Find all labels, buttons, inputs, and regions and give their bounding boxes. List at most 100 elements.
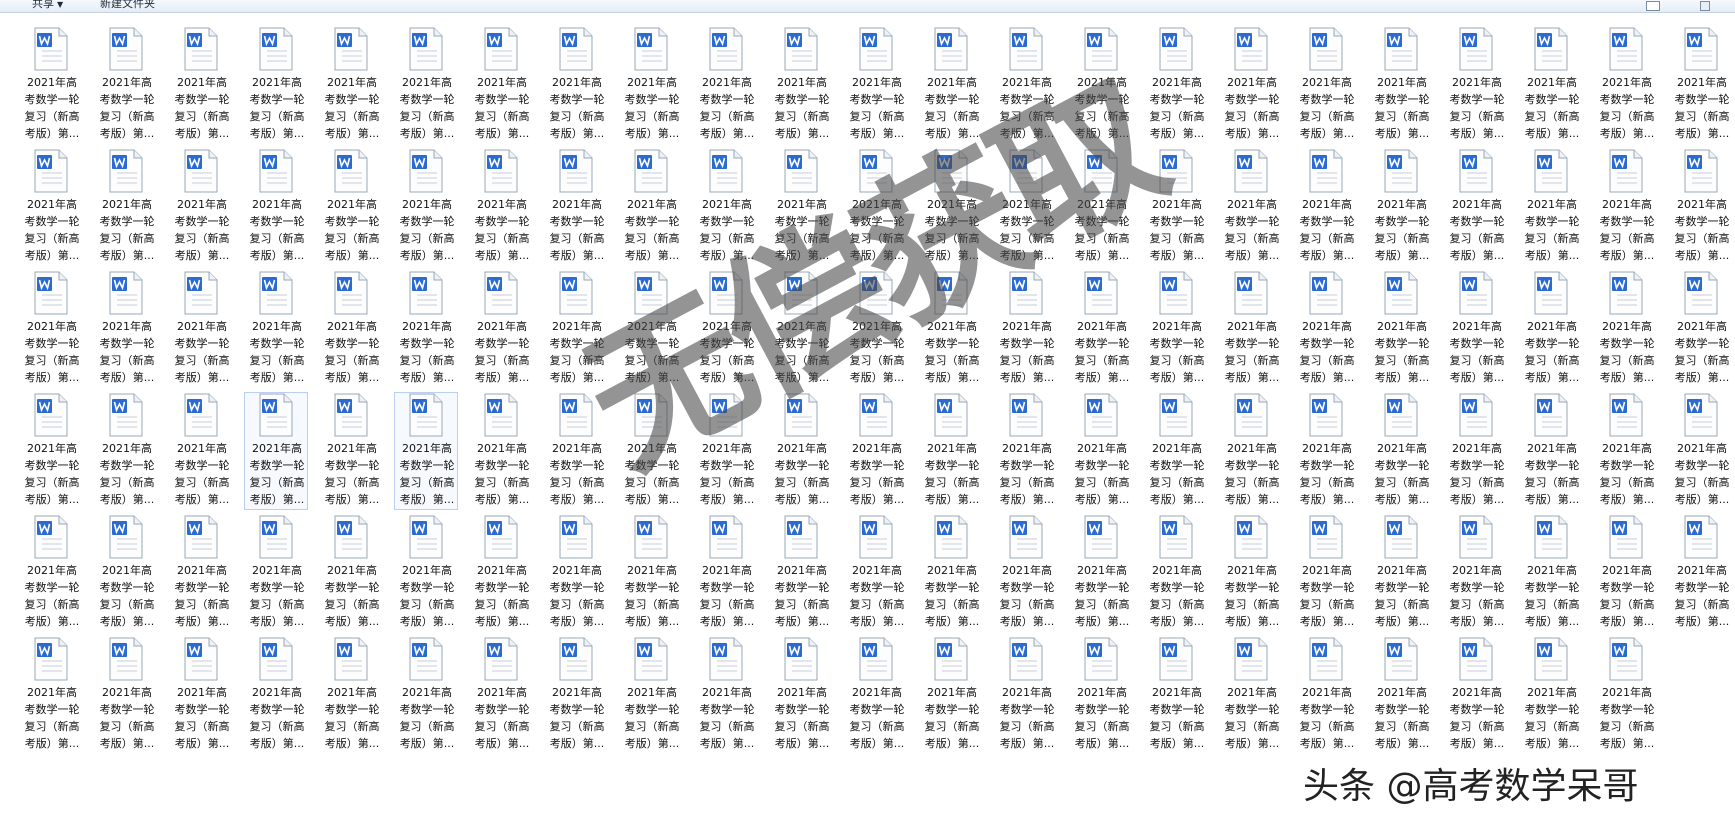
file-item[interactable]: 2021年高 考数学一轮 复习（新高 考版）第... (844, 270, 908, 388)
file-item[interactable]: 2021年高 考数学一轮 复习（新高 考版）第... (169, 636, 233, 754)
file-item[interactable]: 2021年高 考数学一轮 复习（新高 考版）第... (469, 636, 533, 754)
file-item[interactable]: 2021年高 考数学一轮 复习（新高 考版）第... (244, 636, 308, 754)
file-item[interactable]: 2021年高 考数学一轮 复习（新高 考版）第... (19, 148, 83, 266)
file-item[interactable]: 2021年高 考数学一轮 复习（新高 考版）第... (769, 392, 833, 510)
view-options-icon[interactable] (1646, 1, 1660, 11)
file-item[interactable]: 2021年高 考数学一轮 复习（新高 考版）第... (694, 514, 758, 632)
file-item[interactable]: 2021年高 考数学一轮 复习（新高 考版）第... (1594, 148, 1658, 266)
file-item[interactable]: 2021年高 考数学一轮 复习（新高 考版）第... (919, 270, 983, 388)
file-item[interactable]: 2021年高 考数学一轮 复习（新高 考版）第... (694, 270, 758, 388)
file-item[interactable]: 2021年高 考数学一轮 复习（新高 考版）第... (469, 270, 533, 388)
file-item[interactable]: 2021年高 考数学一轮 复习（新高 考版）第... (994, 270, 1058, 388)
file-item[interactable]: 2021年高 考数学一轮 复习（新高 考版）第... (394, 514, 458, 632)
file-item[interactable]: 2021年高 考数学一轮 复习（新高 考版）第... (919, 148, 983, 266)
file-item[interactable]: 2021年高 考数学一轮 复习（新高 考版）第... (619, 148, 683, 266)
file-item[interactable]: 2021年高 考数学一轮 复习（新高 考版）第... (94, 26, 158, 144)
file-item[interactable]: 2021年高 考数学一轮 复习（新高 考版）第... (844, 26, 908, 144)
file-item[interactable]: 2021年高 考数学一轮 复习（新高 考版）第... (1144, 636, 1208, 754)
file-item[interactable]: 2021年高 考数学一轮 复习（新高 考版）第... (1669, 26, 1733, 144)
file-item[interactable]: 2021年高 考数学一轮 复习（新高 考版）第... (1594, 392, 1658, 510)
file-item[interactable]: 2021年高 考数学一轮 复习（新高 考版）第... (1594, 514, 1658, 632)
file-item[interactable]: 2021年高 考数学一轮 复习（新高 考版）第... (244, 26, 308, 144)
file-item[interactable]: 2021年高 考数学一轮 复习（新高 考版）第... (1219, 148, 1283, 266)
file-item[interactable]: 2021年高 考数学一轮 复习（新高 考版）第... (694, 636, 758, 754)
file-item[interactable]: 2021年高 考数学一轮 复习（新高 考版）第... (94, 514, 158, 632)
file-item[interactable]: 2021年高 考数学一轮 复习（新高 考版）第... (1519, 148, 1583, 266)
file-item[interactable]: 2021年高 考数学一轮 复习（新高 考版）第... (1219, 26, 1283, 144)
file-item[interactable]: 2021年高 考数学一轮 复习（新高 考版）第... (169, 514, 233, 632)
file-item[interactable]: 2021年高 考数学一轮 复习（新高 考版）第... (319, 392, 383, 510)
file-item[interactable]: 2021年高 考数学一轮 复习（新高 考版）第... (169, 148, 233, 266)
file-item[interactable]: 2021年高 考数学一轮 复习（新高 考版）第... (1444, 26, 1508, 144)
file-item[interactable]: 2021年高 考数学一轮 复习（新高 考版）第... (1069, 392, 1133, 510)
file-item[interactable]: 2021年高 考数学一轮 复习（新高 考版）第... (619, 636, 683, 754)
file-item[interactable]: 2021年高 考数学一轮 复习（新高 考版）第... (769, 514, 833, 632)
file-item[interactable]: 2021年高 考数学一轮 复习（新高 考版）第... (469, 514, 533, 632)
file-item[interactable]: 2021年高 考数学一轮 复习（新高 考版）第... (1219, 636, 1283, 754)
file-item[interactable]: 2021年高 考数学一轮 复习（新高 考版）第... (1069, 270, 1133, 388)
file-item[interactable]: 2021年高 考数学一轮 复习（新高 考版）第... (244, 392, 308, 510)
file-item[interactable]: 2021年高 考数学一轮 复习（新高 考版）第... (919, 636, 983, 754)
file-item[interactable]: 2021年高 考数学一轮 复习（新高 考版）第... (1519, 392, 1583, 510)
file-item[interactable]: 2021年高 考数学一轮 复习（新高 考版）第... (94, 636, 158, 754)
file-item[interactable]: 2021年高 考数学一轮 复习（新高 考版）第... (319, 514, 383, 632)
file-item[interactable]: 2021年高 考数学一轮 复习（新高 考版）第... (469, 392, 533, 510)
file-item[interactable]: 2021年高 考数学一轮 复习（新高 考版）第... (19, 270, 83, 388)
file-item[interactable]: 2021年高 考数学一轮 复习（新高 考版）第... (694, 26, 758, 144)
file-item[interactable]: 2021年高 考数学一轮 复习（新高 考版）第... (244, 148, 308, 266)
file-item[interactable]: 2021年高 考数学一轮 复习（新高 考版）第... (1294, 392, 1358, 510)
file-item[interactable]: 2021年高 考数学一轮 复习（新高 考版）第... (619, 26, 683, 144)
file-item[interactable]: 2021年高 考数学一轮 复习（新高 考版）第... (1669, 148, 1733, 266)
file-item[interactable]: 2021年高 考数学一轮 复习（新高 考版）第... (19, 636, 83, 754)
file-item[interactable]: 2021年高 考数学一轮 复习（新高 考版）第... (769, 26, 833, 144)
file-item[interactable]: 2021年高 考数学一轮 复习（新高 考版）第... (1369, 392, 1433, 510)
file-item[interactable]: 2021年高 考数学一轮 复习（新高 考版）第... (1369, 26, 1433, 144)
file-item[interactable]: 2021年高 考数学一轮 复习（新高 考版）第... (694, 148, 758, 266)
file-item[interactable]: 2021年高 考数学一轮 复习（新高 考版）第... (169, 392, 233, 510)
file-item[interactable]: 2021年高 考数学一轮 复习（新高 考版）第... (1294, 636, 1358, 754)
file-item[interactable]: 2021年高 考数学一轮 复习（新高 考版）第... (94, 148, 158, 266)
file-item[interactable]: 2021年高 考数学一轮 复习（新高 考版）第... (1519, 26, 1583, 144)
file-item[interactable]: 2021年高 考数学一轮 复习（新高 考版）第... (1369, 148, 1433, 266)
file-item[interactable]: 2021年高 考数学一轮 复习（新高 考版）第... (394, 148, 458, 266)
file-item[interactable]: 2021年高 考数学一轮 复习（新高 考版）第... (1519, 270, 1583, 388)
file-item[interactable]: 2021年高 考数学一轮 复习（新高 考版）第... (1294, 514, 1358, 632)
file-item[interactable]: 2021年高 考数学一轮 复习（新高 考版）第... (1294, 26, 1358, 144)
file-item[interactable]: 2021年高 考数学一轮 复习（新高 考版）第... (544, 514, 608, 632)
share-button[interactable]: 共享 ▼ (32, 0, 63, 11)
file-item[interactable]: 2021年高 考数学一轮 复习（新高 考版）第... (1219, 392, 1283, 510)
file-item[interactable]: 2021年高 考数学一轮 复习（新高 考版）第... (1444, 636, 1508, 754)
file-item[interactable]: 2021年高 考数学一轮 复习（新高 考版）第... (994, 148, 1058, 266)
file-item[interactable]: 2021年高 考数学一轮 复习（新高 考版）第... (994, 26, 1058, 144)
file-item[interactable]: 2021年高 考数学一轮 复习（新高 考版）第... (1444, 392, 1508, 510)
file-item[interactable]: 2021年高 考数学一轮 复习（新高 考版）第... (94, 392, 158, 510)
file-item[interactable]: 2021年高 考数学一轮 复习（新高 考版）第... (1594, 26, 1658, 144)
file-item[interactable]: 2021年高 考数学一轮 复习（新高 考版）第... (1369, 514, 1433, 632)
file-item[interactable]: 2021年高 考数学一轮 复习（新高 考版）第... (394, 392, 458, 510)
file-item[interactable]: 2021年高 考数学一轮 复习（新高 考版）第... (994, 514, 1058, 632)
file-item[interactable]: 2021年高 考数学一轮 复习（新高 考版）第... (319, 26, 383, 144)
file-item[interactable]: 2021年高 考数学一轮 复习（新高 考版）第... (469, 148, 533, 266)
file-item[interactable]: 2021年高 考数学一轮 复习（新高 考版）第... (1069, 26, 1133, 144)
file-item[interactable]: 2021年高 考数学一轮 复习（新高 考版）第... (1069, 148, 1133, 266)
file-item[interactable]: 2021年高 考数学一轮 复习（新高 考版）第... (1594, 636, 1658, 754)
file-item[interactable]: 2021年高 考数学一轮 复习（新高 考版）第... (619, 514, 683, 632)
file-item[interactable]: 2021年高 考数学一轮 复习（新高 考版）第... (169, 26, 233, 144)
file-item[interactable]: 2021年高 考数学一轮 复习（新高 考版）第... (1444, 514, 1508, 632)
file-item[interactable]: 2021年高 考数学一轮 复习（新高 考版）第... (19, 26, 83, 144)
file-item[interactable]: 2021年高 考数学一轮 复习（新高 考版）第... (169, 270, 233, 388)
file-item[interactable]: 2021年高 考数学一轮 复习（新高 考版）第... (769, 270, 833, 388)
file-item[interactable]: 2021年高 考数学一轮 复习（新高 考版）第... (1144, 392, 1208, 510)
file-item[interactable]: 2021年高 考数学一轮 复习（新高 考版）第... (1669, 392, 1733, 510)
file-item[interactable]: 2021年高 考数学一轮 复习（新高 考版）第... (1444, 270, 1508, 388)
file-item[interactable]: 2021年高 考数学一轮 复习（新高 考版）第... (1069, 636, 1133, 754)
file-item[interactable]: 2021年高 考数学一轮 复习（新高 考版）第... (1369, 636, 1433, 754)
file-item[interactable]: 2021年高 考数学一轮 复习（新高 考版）第... (844, 392, 908, 510)
file-item[interactable]: 2021年高 考数学一轮 复习（新高 考版）第... (1144, 148, 1208, 266)
file-item[interactable]: 2021年高 考数学一轮 复习（新高 考版）第... (619, 392, 683, 510)
file-item[interactable]: 2021年高 考数学一轮 复习（新高 考版）第... (1219, 514, 1283, 632)
file-item[interactable]: 2021年高 考数学一轮 复习（新高 考版）第... (1519, 636, 1583, 754)
file-item[interactable]: 2021年高 考数学一轮 复习（新高 考版）第... (544, 270, 608, 388)
file-item[interactable]: 2021年高 考数学一轮 复习（新高 考版）第... (394, 636, 458, 754)
file-item[interactable]: 2021年高 考数学一轮 复习（新高 考版）第... (544, 26, 608, 144)
